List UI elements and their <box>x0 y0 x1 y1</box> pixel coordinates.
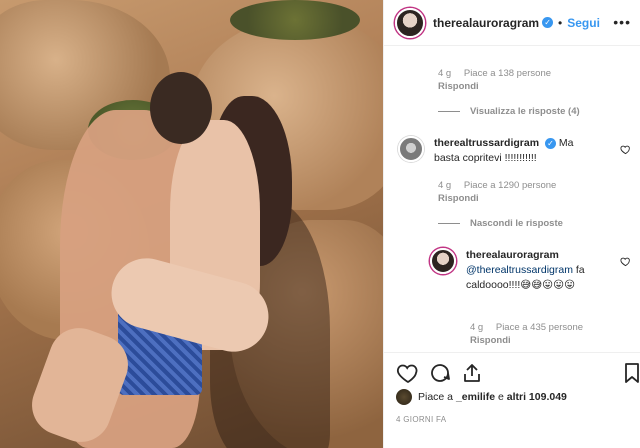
view-replies-button[interactable]: Visualizza le risposte (4) <box>438 106 580 117</box>
liked-by-others[interactable]: altri 109.049 <box>507 391 567 403</box>
author-avatar[interactable] <box>395 7 425 38</box>
comments-list[interactable]: 4 g Piace a 138 persone Rispondi Visuali… <box>384 46 640 352</box>
view-replies-label: Visualizza le risposte (4) <box>470 106 580 117</box>
comment-text: therealauroragram @therealtrussardigram … <box>466 248 596 293</box>
share-icon[interactable] <box>460 361 484 385</box>
commenter-avatar[interactable] <box>430 248 456 274</box>
commenter-username[interactable]: therealauroragram <box>466 249 559 261</box>
post-actions: Piace a _emilife e altri 109.049 4 GIORN… <box>384 352 640 448</box>
hide-replies-button[interactable]: Nascondi le risposte <box>438 218 563 229</box>
liked-by-prefix: Piace a <box>418 391 456 403</box>
like-comment-heart-icon[interactable] <box>620 144 631 155</box>
divider <box>438 110 460 112</box>
commenter-avatar[interactable] <box>398 136 424 162</box>
liked-by-user[interactable]: _emilife <box>456 391 495 403</box>
divider <box>438 222 460 224</box>
commenter-username[interactable]: therealtrussardigram <box>434 137 539 149</box>
comment-meta: 4 g Piace a 1290 persone <box>438 180 556 191</box>
comment-likes[interactable]: Piace a 138 persone <box>464 68 551 79</box>
like-heart-icon[interactable] <box>396 361 420 385</box>
bush <box>230 0 360 40</box>
post-side-panel: therealauroragram ✓ • Segui ••• 4 g Piac… <box>383 0 640 448</box>
post-header: therealauroragram ✓ • Segui ••• <box>384 0 640 46</box>
follow-button[interactable]: Segui <box>567 16 600 30</box>
reply-button[interactable]: Rispondi <box>438 193 479 204</box>
mention-link[interactable]: @therealtrussardigram <box>466 264 573 276</box>
hide-replies-label: Nascondi le risposte <box>470 218 563 229</box>
reply-button[interactable]: Rispondi <box>470 335 511 346</box>
comment-meta: 4 g Piace a 435 persone <box>470 322 583 333</box>
comment-time: 4 g <box>438 68 452 79</box>
comment-item: therealtrussardigram ✓ Ma basta copritev… <box>398 136 584 166</box>
reply-button[interactable]: Rispondi <box>438 81 479 92</box>
like-comment-heart-icon[interactable] <box>620 256 631 267</box>
post-date[interactable]: 4 GIORNI FA <box>396 415 446 424</box>
comment-likes[interactable]: Piace a 1290 persone <box>464 180 556 191</box>
liked-by: Piace a _emilife e altri 109.049 <box>396 389 567 405</box>
comment-text: therealtrussardigram ✓ Ma basta copritev… <box>434 136 584 166</box>
liked-by-mid: e <box>495 391 507 403</box>
comment-bubble-icon[interactable] <box>428 361 452 385</box>
reply-item: therealauroragram @therealtrussardigram … <box>430 248 596 293</box>
verified-badge-icon: ✓ <box>544 137 556 149</box>
separator-dot: • <box>558 15 563 30</box>
post-photo <box>0 0 383 448</box>
liker-avatar[interactable] <box>396 389 412 405</box>
verified-badge-icon: ✓ <box>542 17 554 28</box>
instagram-post-modal: therealauroragram ✓ • Segui ••• 4 g Piac… <box>0 0 640 448</box>
comment-likes[interactable]: Piace a 435 persone <box>496 322 583 333</box>
man-head <box>150 72 212 144</box>
author-username[interactable]: therealauroragram <box>433 16 539 30</box>
comment-time: 4 g <box>438 180 452 191</box>
bookmark-icon[interactable] <box>620 361 640 385</box>
more-options-icon[interactable]: ••• <box>613 14 631 30</box>
comment-meta: 4 g Piace a 138 persone <box>438 68 551 79</box>
comment-time: 4 g <box>470 322 484 333</box>
